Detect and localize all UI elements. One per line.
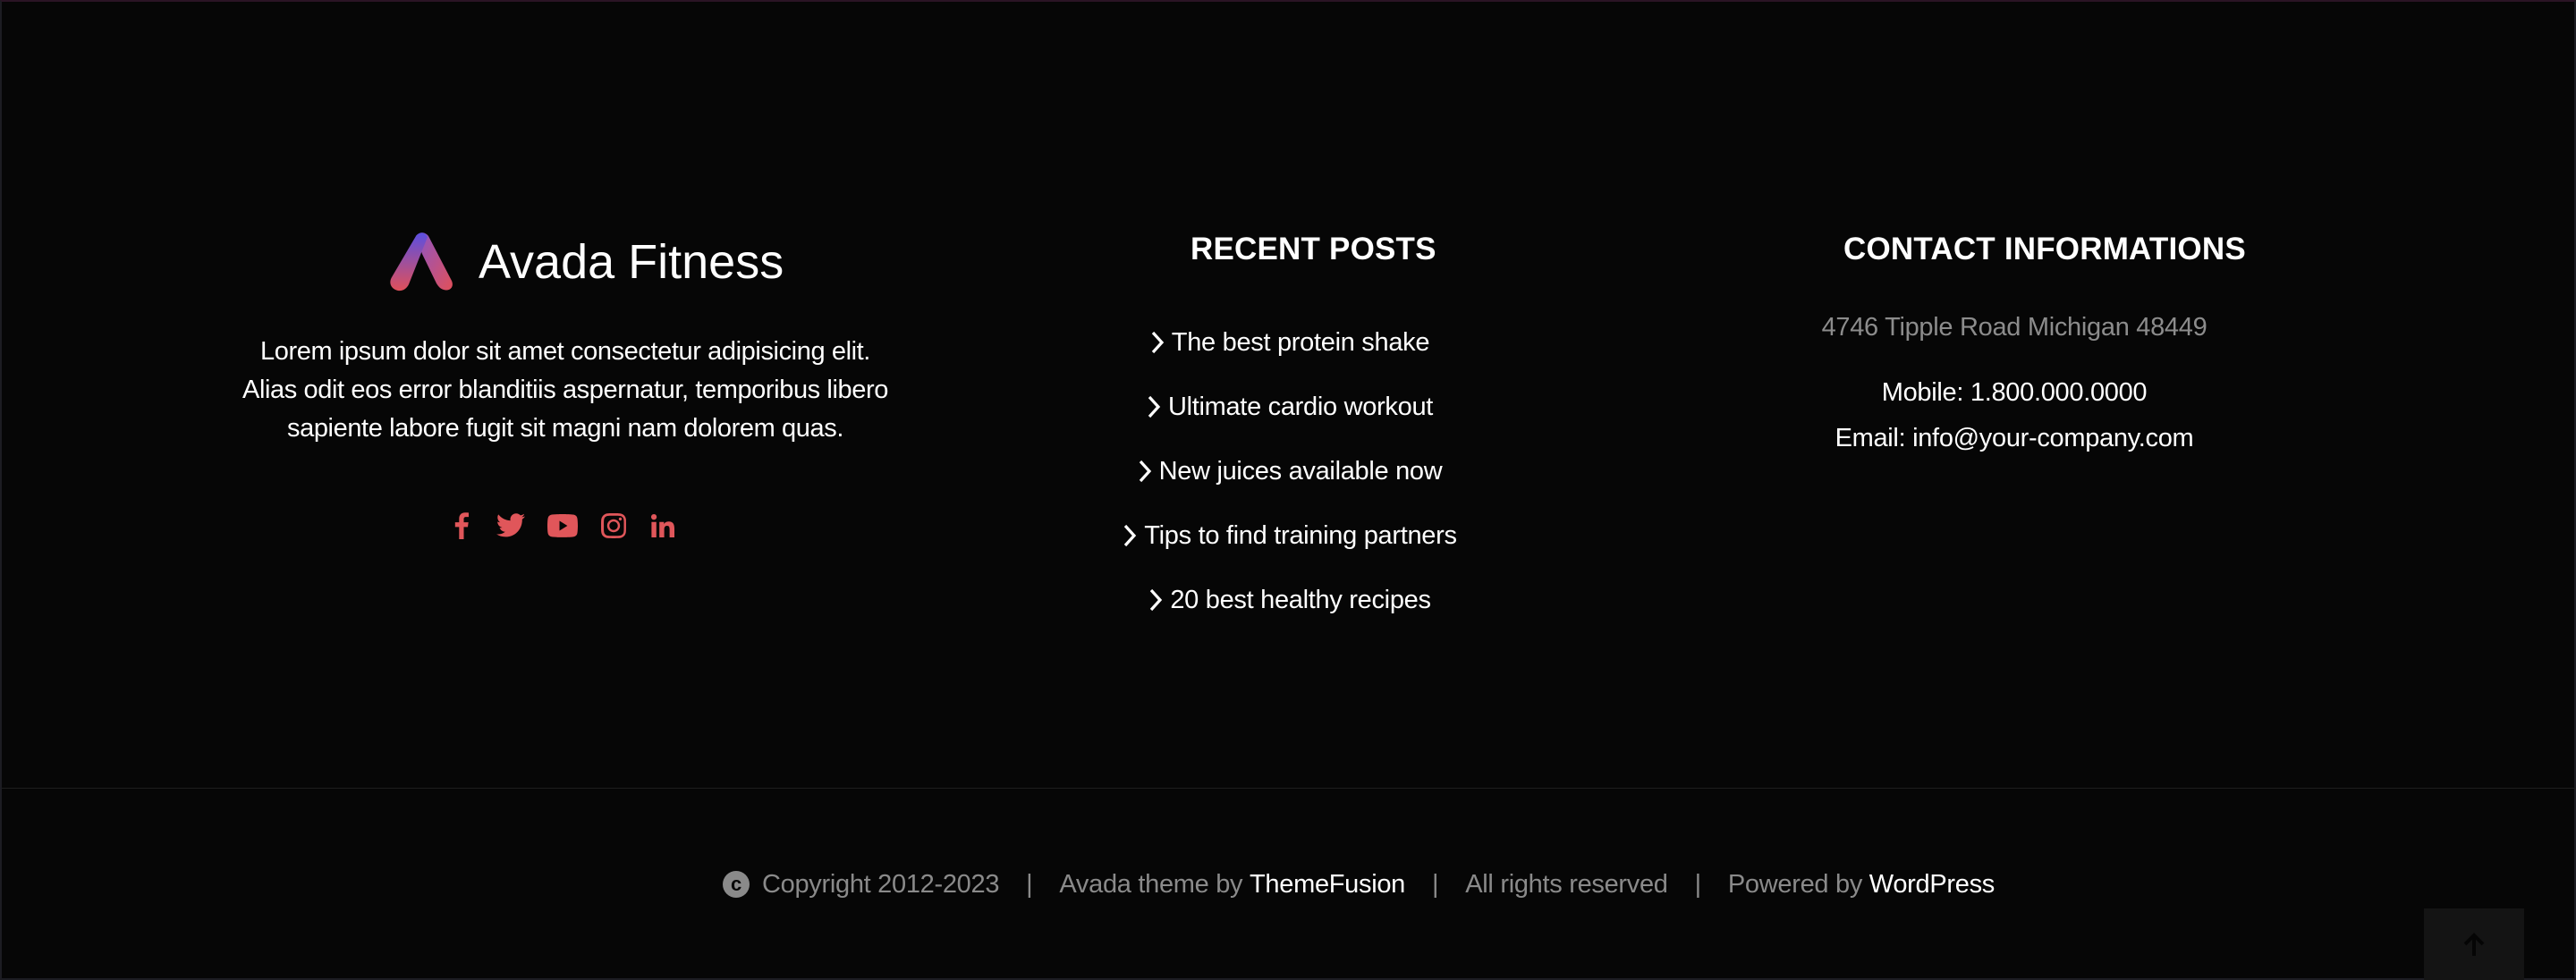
recent-post-item[interactable]: The best protein shake: [1057, 310, 1522, 375]
arrow-up-icon: [2463, 933, 2485, 956]
chevron-right-icon: [1139, 460, 1151, 483]
avada-logo-icon: [390, 232, 453, 291]
recent-post-item[interactable]: Tips to find training partners: [1057, 503, 1522, 568]
theme-prefix: Avada theme by: [1059, 869, 1243, 899]
contact-email: Email: info@your-company.com: [1835, 424, 2194, 452]
recent-post-link[interactable]: 20 best healthy recipes: [1170, 586, 1431, 615]
footer-divider: [2, 788, 2576, 789]
instagram-icon[interactable]: [601, 508, 626, 544]
about-text: Lorem ipsum dolor sit amet consectetur a…: [242, 337, 888, 443]
recent-post-item[interactable]: 20 best healthy recipes: [1057, 568, 1522, 632]
contact-address: 4746 Tipple Road Michigan 48449: [1821, 313, 2207, 342]
themefusion-link[interactable]: ThemeFusion: [1250, 870, 1405, 900]
back-to-top-button[interactable]: [2424, 908, 2524, 980]
recent-post-link[interactable]: Ultimate cardio workout: [1168, 393, 1433, 422]
recent-post-item[interactable]: Ultimate cardio workout: [1057, 375, 1522, 439]
recent-post-link[interactable]: Tips to find training partners: [1144, 521, 1457, 551]
chevron-right-icon: [1150, 588, 1163, 612]
twitter-icon[interactable]: [496, 508, 526, 544]
recent-post-item[interactable]: New juices available now: [1057, 439, 1522, 503]
recent-post-link[interactable]: The best protein shake: [1172, 328, 1430, 358]
copyright-text: Copyright 2012-2023: [762, 869, 1000, 899]
chevron-right-icon: [1124, 524, 1137, 547]
brand-name: Avada Fitness: [479, 235, 784, 289]
facebook-icon[interactable]: [449, 508, 474, 544]
separator: |: [1026, 869, 1033, 899]
separator: |: [1694, 869, 1702, 899]
rights-text: All rights reserved: [1465, 869, 1668, 899]
copyright-icon: c: [723, 871, 750, 898]
chevron-right-icon: [1151, 331, 1164, 354]
recent-post-link[interactable]: New juices available now: [1159, 457, 1443, 486]
recent-posts-list: The best protein shake Ultimate cardio w…: [1057, 310, 1522, 632]
contact-mobile: Mobile: 1.800.000.0000: [1881, 378, 2148, 407]
footer-page: Avada Fitness Lorem ipsum dolor sit amet…: [0, 0, 2576, 980]
chevron-right-icon: [1148, 395, 1161, 418]
separator: |: [1432, 869, 1439, 899]
youtube-icon[interactable]: [547, 508, 578, 544]
social-links: [449, 508, 674, 544]
powered-prefix: Powered by: [1727, 869, 1863, 899]
linkedin-icon[interactable]: [651, 508, 674, 544]
recent-posts-title: RECENT POSTS: [1191, 232, 1436, 266]
contact-title: CONTACT INFORMATIONS: [1843, 232, 2246, 266]
copyright-bar: c Copyright 2012-2023 | Avada theme by T…: [723, 866, 1995, 903]
brand-logo-link[interactable]: Avada Fitness: [389, 232, 784, 291]
wordpress-link[interactable]: WordPress: [1869, 870, 1996, 900]
